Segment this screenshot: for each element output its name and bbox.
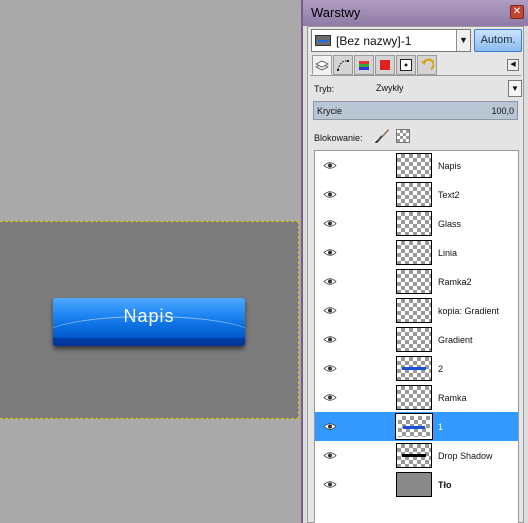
layer-row[interactable]: Gradient — [315, 325, 518, 354]
layer-row[interactable]: Text2 — [315, 180, 518, 209]
mode-label: Tryb: — [314, 84, 335, 94]
close-icon[interactable]: ✕ — [510, 5, 524, 19]
rendered-button-graphic: Napis — [53, 298, 245, 346]
image-selector-value: [Bez nazwy]-1 — [336, 34, 412, 48]
chevron-down-icon[interactable]: ▼ — [456, 30, 470, 51]
layer-row[interactable]: kopia: Gradient — [315, 296, 518, 325]
layer-name[interactable]: Glass — [438, 219, 461, 229]
layer-thumbnail[interactable] — [395, 413, 433, 440]
layer-row[interactable]: 2 — [315, 354, 518, 383]
dock-content: [Bez nazwy]-1 ▼ Autom. ◀ Tryb: Zwykły ▼ … — [307, 26, 524, 523]
layer-thumbnail-stroke — [402, 367, 426, 370]
tab-menu-icon[interactable]: ◀ — [507, 59, 519, 71]
layer-name[interactable]: 2 — [438, 364, 443, 374]
visibility-eye-icon[interactable] — [323, 161, 337, 172]
image-thumb-icon — [315, 35, 331, 46]
layer-row[interactable]: Glass — [315, 209, 518, 238]
layer-thumbnail[interactable] — [396, 153, 432, 178]
visibility-eye-icon[interactable] — [323, 422, 337, 433]
visibility-eye-icon[interactable] — [323, 277, 337, 288]
layers-panel: Tryb: Zwykły ▼ Krycie 100,0 Blokowanie: … — [310, 75, 522, 523]
layer-name[interactable]: 1 — [438, 422, 443, 432]
layer-name[interactable]: Drop Shadow — [438, 451, 493, 461]
chevron-down-icon[interactable]: ▼ — [508, 80, 522, 97]
layer-thumbnail[interactable] — [396, 327, 432, 352]
lock-label: Blokowanie: — [314, 133, 363, 143]
visibility-eye-icon[interactable] — [323, 190, 337, 201]
layer-thumbnail[interactable] — [396, 385, 432, 410]
layer-name[interactable]: Ramka — [438, 393, 467, 403]
pointer-tab-icon[interactable] — [396, 55, 416, 75]
layer-name[interactable]: Napis — [438, 161, 461, 171]
layer-name[interactable]: Tło — [438, 480, 452, 490]
layer-thumbnail[interactable] — [396, 356, 432, 381]
layer-row[interactable]: 1 — [315, 412, 518, 441]
layer-thumbnail-stroke — [402, 454, 426, 457]
visibility-eye-icon[interactable] — [323, 393, 337, 404]
opacity-slider[interactable]: Krycie 100,0 — [313, 101, 518, 120]
layer-row[interactable]: Linia — [315, 238, 518, 267]
layer-name[interactable]: Text2 — [438, 190, 460, 200]
layer-row[interactable]: Ramka2 — [315, 267, 518, 296]
lock-alpha-checker-icon[interactable] — [396, 129, 410, 143]
image-canvas[interactable]: Napis — [0, 0, 301, 523]
visibility-eye-icon[interactable] — [323, 364, 337, 375]
layer-name[interactable]: kopia: Gradient — [438, 306, 499, 316]
undo-history-tab-icon[interactable] — [417, 55, 437, 75]
layer-row[interactable]: Ramka — [315, 383, 518, 412]
layer-thumbnail[interactable] — [396, 182, 432, 207]
button-bottom-band — [53, 338, 245, 346]
paths-tab-icon[interactable] — [333, 55, 353, 75]
layer-row[interactable]: Drop Shadow — [315, 441, 518, 470]
layer-name[interactable]: Linia — [438, 248, 457, 258]
dock-tabs: ◀ — [310, 55, 521, 75]
layer-name[interactable]: Ramka2 — [438, 277, 472, 287]
layer-thumbnail[interactable] — [396, 211, 432, 236]
layer-thumbnail[interactable] — [396, 472, 432, 497]
auto-button[interactable]: Autom. — [474, 29, 522, 52]
button-graphic-text: Napis — [123, 306, 175, 326]
colormap-tab-icon[interactable] — [354, 55, 374, 75]
visibility-eye-icon[interactable] — [323, 306, 337, 317]
layer-thumbnail[interactable] — [396, 240, 432, 265]
layer-list[interactable]: Napis Text2 Glass Linia Ramka2 kopia: Gradien… — [314, 150, 519, 523]
opacity-label: Krycie — [317, 106, 343, 116]
layer-thumbnail-stroke — [403, 426, 425, 429]
dock-title: Warstwy — [311, 5, 361, 20]
lock-pixels-brush-icon[interactable] — [373, 127, 391, 147]
mode-select[interactable]: Zwykły ▼ — [360, 80, 522, 97]
layers-tab-icon[interactable] — [312, 55, 332, 75]
image-layer-boundary[interactable]: Napis — [0, 221, 299, 419]
layer-thumbnail[interactable] — [396, 269, 432, 294]
mode-value: Zwykły — [376, 83, 404, 93]
layer-thumbnail[interactable] — [396, 298, 432, 323]
visibility-eye-icon[interactable] — [323, 248, 337, 259]
visibility-eye-icon[interactable] — [323, 480, 337, 491]
opacity-value[interactable]: 100,0 — [491, 106, 514, 116]
color-red-tab-icon[interactable] — [375, 55, 395, 75]
visibility-eye-icon[interactable] — [323, 219, 337, 230]
layer-row[interactable]: Napis — [315, 151, 518, 180]
layers-dock: Warstwy ✕ [Bez nazwy]-1 ▼ Autom. ◀ Tryb:… — [301, 0, 528, 523]
layer-name[interactable]: Gradient — [438, 335, 473, 345]
visibility-eye-icon[interactable] — [323, 335, 337, 346]
visibility-eye-icon[interactable] — [323, 451, 337, 462]
layer-thumbnail[interactable] — [396, 443, 432, 468]
layer-row[interactable]: Tło — [315, 470, 518, 499]
dock-titlebar[interactable]: Warstwy ✕ — [303, 0, 528, 26]
image-selector[interactable]: [Bez nazwy]-1 ▼ — [311, 29, 471, 52]
